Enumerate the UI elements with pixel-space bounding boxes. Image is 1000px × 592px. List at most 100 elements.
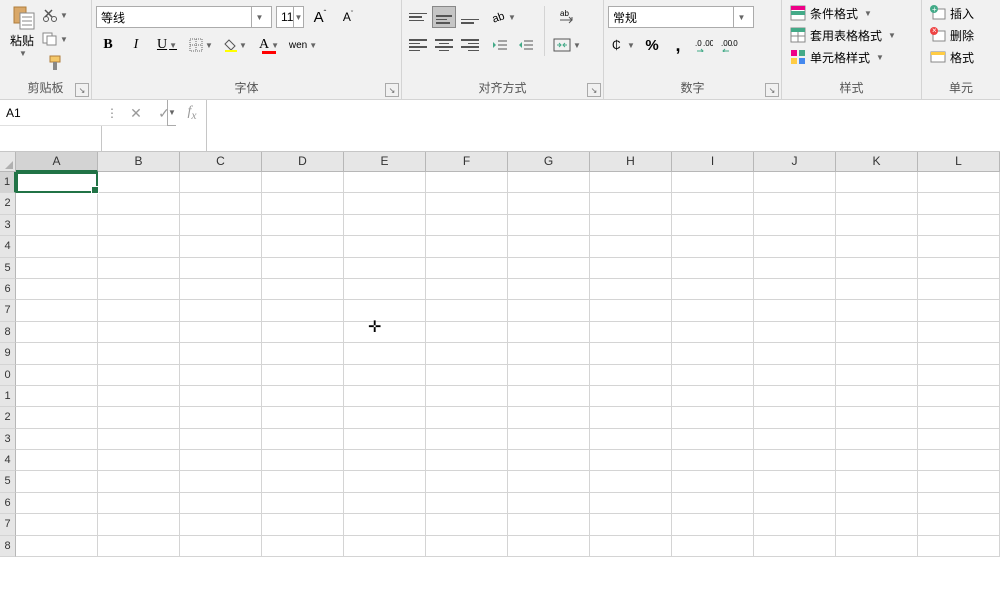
increase-font-button[interactable]: Aˆ [308,6,332,28]
borders-button[interactable]: ▼ [186,34,216,56]
cell[interactable] [426,386,508,407]
cell[interactable] [836,407,918,428]
cell[interactable] [426,493,508,514]
dialog-launcher[interactable] [765,83,779,97]
row-header[interactable]: 4 [0,236,16,257]
cell[interactable] [918,279,1000,300]
cell[interactable] [262,300,344,321]
cell[interactable] [426,471,508,492]
cell[interactable] [508,193,590,214]
cell[interactable] [344,365,426,386]
cell[interactable] [16,471,98,492]
delete-button[interactable]: × 删除 [926,24,978,46]
cancel-formula-button[interactable]: ✕ [122,100,150,126]
cell[interactable] [16,279,98,300]
cell[interactable] [180,172,262,193]
cell[interactable] [262,343,344,364]
cell[interactable] [918,193,1000,214]
cell[interactable] [672,258,754,279]
cell[interactable] [836,279,918,300]
cell[interactable] [98,407,180,428]
cell[interactable] [508,279,590,300]
cell[interactable] [98,514,180,535]
cell[interactable] [262,236,344,257]
cell[interactable] [754,322,836,343]
row-header[interactable]: 8 [0,322,16,343]
formula-input[interactable] [207,100,1000,151]
fill-color-button[interactable]: ▼ [220,34,250,56]
cell[interactable] [672,343,754,364]
cell[interactable] [344,322,426,343]
cell[interactable] [918,471,1000,492]
cell[interactable] [836,172,918,193]
column-header[interactable]: E [344,152,426,172]
cell[interactable] [508,365,590,386]
cell[interactable] [672,193,754,214]
decrease-decimal-button[interactable]: .00.0 [718,34,742,56]
align-right-button[interactable] [458,34,482,56]
cell-styles-button[interactable]: 单元格样式▼ [786,46,900,68]
cell[interactable] [590,493,672,514]
increase-decimal-button[interactable]: .0.00 [692,34,716,56]
format-painter-button[interactable] [42,54,68,72]
cell[interactable] [918,258,1000,279]
cell[interactable] [836,365,918,386]
cell[interactable] [590,172,672,193]
cell[interactable] [16,300,98,321]
row-header[interactable]: 2 [0,193,16,214]
font-color-button[interactable]: A▼ [254,34,284,56]
row-header[interactable]: 1 [0,386,16,407]
cell[interactable] [98,343,180,364]
cell[interactable] [754,407,836,428]
cell[interactable] [672,429,754,450]
cell[interactable] [180,471,262,492]
cell[interactable] [754,236,836,257]
cell[interactable] [16,215,98,236]
cell[interactable] [344,386,426,407]
copy-button[interactable]: ▼ [42,30,68,48]
comma-button[interactable]: , [666,34,690,56]
cell[interactable] [590,343,672,364]
cell[interactable] [754,450,836,471]
cell[interactable] [508,493,590,514]
cell[interactable] [262,172,344,193]
cell[interactable] [918,429,1000,450]
cell[interactable] [426,215,508,236]
cell[interactable] [262,386,344,407]
column-header[interactable]: J [754,152,836,172]
cell[interactable] [754,279,836,300]
percent-button[interactable]: % [640,34,664,56]
cell[interactable] [344,300,426,321]
cell[interactable] [16,450,98,471]
orientation-button[interactable]: ab▼ [488,6,518,28]
row-header[interactable]: 2 [0,407,16,428]
cell[interactable] [98,193,180,214]
cell[interactable] [344,536,426,557]
cell[interactable] [98,215,180,236]
cell[interactable] [344,279,426,300]
cell[interactable] [426,300,508,321]
cell[interactable] [836,258,918,279]
cell[interactable] [180,236,262,257]
cell[interactable] [754,514,836,535]
cell[interactable] [836,471,918,492]
cell[interactable] [98,450,180,471]
cell[interactable] [180,493,262,514]
cell[interactable] [262,215,344,236]
cell[interactable] [262,450,344,471]
cut-button[interactable]: ▼ [42,6,68,24]
decrease-font-button[interactable]: Aˇ [336,6,360,28]
cell[interactable] [344,236,426,257]
cell[interactable] [344,514,426,535]
cell[interactable] [16,386,98,407]
column-header[interactable]: F [426,152,508,172]
cell[interactable] [344,450,426,471]
insert-function-button[interactable]: fx [178,100,206,126]
align-center-button[interactable] [432,34,456,56]
cell[interactable] [754,429,836,450]
align-top-button[interactable] [406,6,430,28]
cell[interactable] [590,215,672,236]
cell[interactable] [98,493,180,514]
row-header[interactable]: 0 [0,365,16,386]
cell[interactable] [508,471,590,492]
